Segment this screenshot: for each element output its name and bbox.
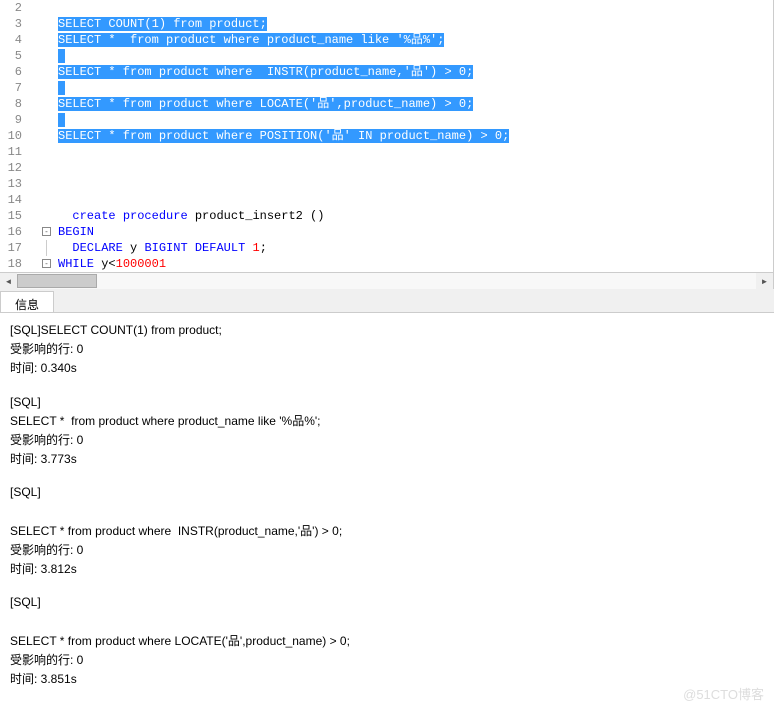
output-line: 受影响的行: 0 bbox=[10, 541, 764, 560]
code-text[interactable]: create procedure product_insert2 () bbox=[54, 208, 773, 224]
code-text[interactable]: SELECT * from product where POSITION('品'… bbox=[54, 128, 773, 144]
line-number: 17 bbox=[0, 240, 30, 256]
code-line[interactable]: 8 SELECT * from product where LOCATE('品',… bbox=[0, 96, 773, 112]
line-number: 9 bbox=[0, 112, 30, 128]
scroll-right-arrow[interactable]: ► bbox=[756, 273, 773, 290]
output-tab-bar: 信息 bbox=[0, 289, 774, 313]
code-text[interactable]: SELECT COUNT(1) from product; bbox=[54, 16, 773, 32]
fold-toggle-icon[interactable]: - bbox=[42, 259, 51, 268]
code-line[interactable]: 17 DECLARE y BIGINT DEFAULT 1; bbox=[0, 240, 773, 256]
output-line: SELECT * from product where INSTR(produc… bbox=[10, 522, 764, 541]
line-number: 18 bbox=[0, 256, 30, 272]
code-line[interactable]: 6 SELECT * from product where INSTR(produ… bbox=[0, 64, 773, 80]
code-line[interactable]: 7 bbox=[0, 80, 773, 96]
line-number: 13 bbox=[0, 176, 30, 192]
code-text[interactable]: SELECT * from product where INSTR(produc… bbox=[54, 64, 773, 80]
code-line[interactable]: 4 SELECT * from product where product_nam… bbox=[0, 32, 773, 48]
line-number: 7 bbox=[0, 80, 30, 96]
code-text[interactable]: SELECT * from product where LOCATE('品',p… bbox=[54, 96, 773, 112]
code-line[interactable]: 3 SELECT COUNT(1) from product; bbox=[0, 16, 773, 32]
scroll-thumb[interactable] bbox=[17, 274, 97, 288]
output-line: 受影响的行: 0 bbox=[10, 431, 764, 450]
code-text[interactable] bbox=[54, 176, 773, 192]
output-line: SELECT * from product where LOCATE('品',p… bbox=[10, 632, 764, 651]
output-block: [SQL] SELECT * from product where INSTR(… bbox=[10, 483, 764, 579]
code-text[interactable]: WHILE y<1000001 bbox=[54, 256, 773, 272]
info-tab[interactable]: 信息 bbox=[0, 291, 54, 312]
code-line[interactable]: 15 create procedure product_insert2 () bbox=[0, 208, 773, 224]
line-number: 4 bbox=[0, 32, 30, 48]
line-number: 15 bbox=[0, 208, 30, 224]
horizontal-scrollbar[interactable]: ◄ ► bbox=[0, 272, 773, 289]
output-block: [SQL]SELECT * from product where product… bbox=[10, 393, 764, 470]
output-panel[interactable]: [SQL]SELECT COUNT(1) from product;受影响的行:… bbox=[0, 313, 774, 711]
code-text[interactable] bbox=[54, 112, 773, 128]
output-line: SELECT * from product where product_name… bbox=[10, 412, 764, 431]
output-line: [SQL] bbox=[10, 483, 764, 502]
line-number: 6 bbox=[0, 64, 30, 80]
code-line[interactable]: 2 bbox=[0, 0, 773, 16]
output-block: [SQL] SELECT * from product where LOCATE… bbox=[10, 593, 764, 689]
line-number: 8 bbox=[0, 96, 30, 112]
code-text[interactable] bbox=[54, 0, 773, 16]
output-line bbox=[10, 503, 764, 522]
code-line[interactable]: 18 -WHILE y<1000001 bbox=[0, 256, 773, 272]
output-line: 时间: 3.773s bbox=[10, 450, 764, 469]
line-number: 11 bbox=[0, 144, 30, 160]
code-line[interactable]: 12 bbox=[0, 160, 773, 176]
line-number: 12 bbox=[0, 160, 30, 176]
code-line[interactable]: 9 bbox=[0, 112, 773, 128]
output-line: [SQL] bbox=[10, 593, 764, 612]
scroll-track[interactable] bbox=[17, 273, 756, 289]
output-line: [SQL] bbox=[10, 393, 764, 412]
line-number: 3 bbox=[0, 16, 30, 32]
code-text[interactable] bbox=[54, 48, 773, 64]
line-number: 14 bbox=[0, 192, 30, 208]
line-number: 16 bbox=[0, 224, 30, 240]
line-number: 2 bbox=[0, 0, 30, 16]
output-line: 受影响的行: 0 bbox=[10, 651, 764, 670]
output-line: [SQL]SELECT COUNT(1) from product; bbox=[10, 321, 764, 340]
code-text[interactable] bbox=[54, 160, 773, 176]
line-number: 5 bbox=[0, 48, 30, 64]
output-line: 时间: 3.812s bbox=[10, 560, 764, 579]
code-line[interactable]: 5 bbox=[0, 48, 773, 64]
code-text[interactable]: DECLARE y BIGINT DEFAULT 1; bbox=[54, 240, 773, 256]
code-text[interactable] bbox=[54, 80, 773, 96]
code-text[interactable] bbox=[54, 144, 773, 160]
watermark: @51CTO博客 bbox=[683, 685, 764, 706]
code-line[interactable]: 11 bbox=[0, 144, 773, 160]
line-number: 10 bbox=[0, 128, 30, 144]
output-line: 受影响的行: 0 bbox=[10, 340, 764, 359]
output-block: [SQL]SELECT COUNT(1) from product;受影响的行:… bbox=[10, 321, 764, 379]
code-text[interactable]: BEGIN bbox=[54, 224, 773, 240]
code-line[interactable]: 16 -BEGIN bbox=[0, 224, 773, 240]
code-line[interactable]: 10 SELECT * from product where POSITION('… bbox=[0, 128, 773, 144]
code-text[interactable] bbox=[54, 192, 773, 208]
code-line[interactable]: 14 bbox=[0, 192, 773, 208]
code-text[interactable]: SELECT * from product where product_name… bbox=[54, 32, 773, 48]
scroll-left-arrow[interactable]: ◄ bbox=[0, 273, 17, 290]
fold-toggle-icon[interactable]: - bbox=[42, 227, 51, 236]
code-line[interactable]: 13 bbox=[0, 176, 773, 192]
output-line: 时间: 0.340s bbox=[10, 359, 764, 378]
code-editor[interactable]: 23 SELECT COUNT(1) from product; 4 SELECT *… bbox=[0, 0, 774, 289]
output-line bbox=[10, 612, 764, 631]
